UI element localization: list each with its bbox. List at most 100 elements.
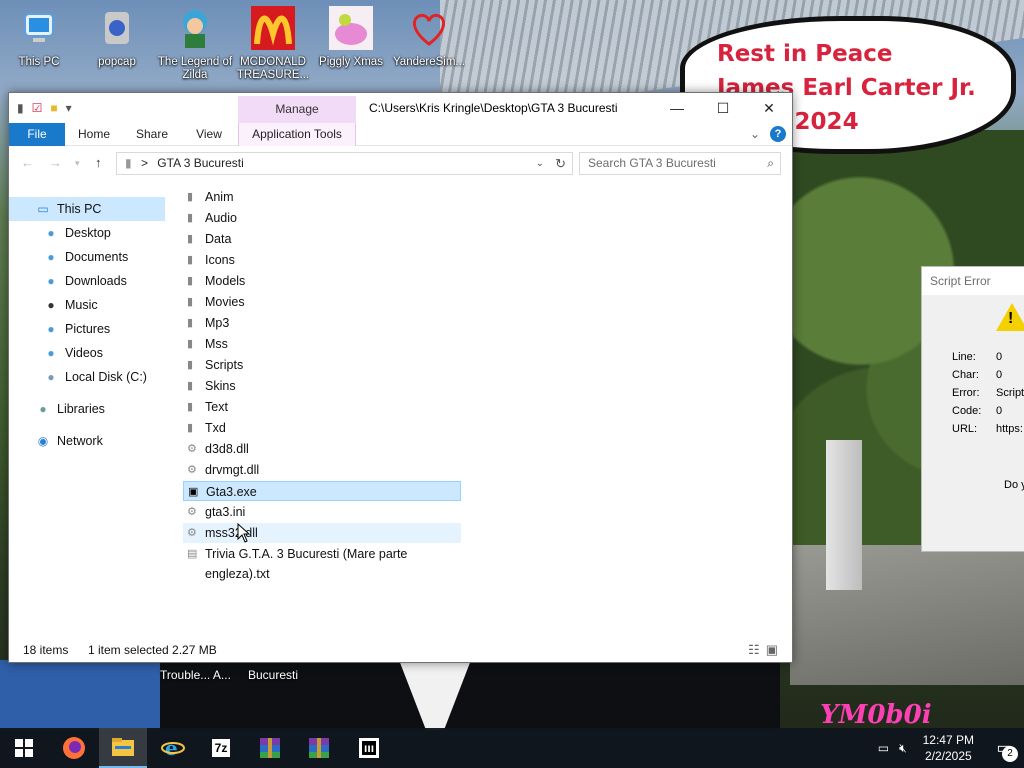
search-input[interactable]: Search GTA 3 Bucuresti — [588, 156, 716, 170]
list-item[interactable]: ⚙ d3d8.dll — [183, 439, 461, 459]
minimize-button[interactable]: — — [654, 93, 700, 123]
desktop-icon-zilda[interactable]: The Legend of Zilda — [157, 4, 233, 82]
list-item[interactable]: ⚙ drvmgt.dll — [183, 460, 461, 480]
videos-icon: ● — [47, 346, 55, 360]
nav-item-local-disk[interactable]: ● Local Disk (C:) — [43, 365, 147, 389]
search-icon: ⌕ — [767, 156, 774, 170]
nav-item-pictures[interactable]: ● Pictures — [43, 317, 110, 341]
list-item[interactable]: ▮ Skins — [183, 376, 461, 396]
desktop-label-bucuresti[interactable]: Bucuresti — [248, 668, 298, 682]
desktop-icon-piggly[interactable]: Piggly Xmas — [313, 4, 389, 69]
taskbar-gta3[interactable]: III — [345, 728, 393, 768]
list-item[interactable]: ▮ Txd — [183, 418, 461, 438]
network-icon: ◉ — [37, 434, 49, 448]
list-item[interactable]: ▮ Audio — [183, 208, 461, 228]
internet-explorer-icon: e — [161, 736, 185, 760]
tab-view[interactable]: View — [187, 123, 231, 146]
start-icon — [15, 739, 33, 757]
nav-item-documents[interactable]: ● Documents — [43, 245, 128, 269]
breadcrumb-folder[interactable]: GTA 3 Bucuresti — [157, 156, 243, 170]
breadcrumb-separator[interactable]: > — [141, 156, 148, 170]
taskbar-firefox[interactable] — [50, 728, 98, 768]
script-error-dialog[interactable]: Script Error ! Line: 0 Char: 0 Error: Scrip… — [921, 266, 1024, 552]
list-item[interactable]: ▮ Text — [183, 397, 461, 417]
desktop-icon-popcap[interactable]: popcap — [79, 4, 155, 69]
nav-item-network[interactable]: ◉ Network — [35, 429, 103, 453]
list-item[interactable]: ⚙ gta3.ini — [183, 502, 461, 522]
list-item-selected[interactable]: ▣ Gta3.exe — [183, 481, 461, 501]
list-item[interactable]: ▮ Scripts — [183, 355, 461, 375]
customize-qa-chevron-icon[interactable]: ▾ — [66, 101, 72, 115]
start-button[interactable] — [0, 728, 48, 768]
file-explorer-window[interactable]: ▮ ☑ ■ ▾ Manage C:\Users\Kris Kringle\Des… — [8, 92, 793, 663]
taskbar-file-explorer[interactable] — [99, 728, 147, 768]
window-icon[interactable]: ▮ — [17, 101, 24, 115]
tab-application-tools[interactable]: Application Tools — [238, 123, 356, 146]
taskbar-winrar-2[interactable] — [295, 728, 343, 768]
details-view-icon[interactable]: ☷ — [748, 642, 766, 657]
desktop-icon-this-pc[interactable]: This PC — [1, 4, 77, 69]
folder-icon: ▮ — [187, 254, 194, 266]
address-bar[interactable]: ▮ > GTA 3 Bucuresti ⌄ ↻ — [116, 152, 573, 175]
list-item[interactable]: ▮ Icons — [183, 250, 461, 270]
refresh-icon[interactable]: ↻ — [555, 153, 566, 174]
dialog-title: Script Error — [922, 267, 1024, 295]
desktop-icon-yandere[interactable]: YandereSim... — [391, 4, 467, 69]
list-item[interactable]: ▮ Models — [183, 271, 461, 291]
tab-file[interactable]: File — [9, 123, 65, 146]
clock[interactable]: 12:47 PM 2/2/2025 — [913, 732, 984, 764]
maximize-button[interactable]: ☐ — [700, 93, 746, 123]
nav-item-downloads[interactable]: ● Downloads — [43, 269, 126, 293]
back-arrow-icon[interactable]: ← — [21, 155, 34, 170]
tab-home[interactable]: Home — [71, 123, 117, 146]
list-item[interactable]: ▤ Trivia G.T.A. 3 Bucuresti (Mare parte e… — [183, 544, 473, 581]
new-folder-icon[interactable]: ■ — [50, 101, 57, 115]
tab-manage[interactable]: Manage — [238, 96, 356, 123]
quick-access-toolbar: ▮ ☑ ■ ▾ — [17, 101, 72, 115]
text-file-icon: ▤ — [187, 548, 198, 560]
gta3-exe-icon: ▣ — [188, 486, 199, 498]
list-item[interactable]: ▮ Anim — [183, 187, 461, 207]
svg-text:e: e — [165, 736, 178, 760]
navigation-pane: ▭ This PC ● Desktop ● Documents ● Downloads … — [9, 193, 171, 633]
nav-item-libraries[interactable]: ● Libraries — [35, 397, 105, 421]
wallpaper-blue-patch — [0, 660, 160, 730]
taskbar-7zip[interactable]: 7z — [197, 728, 245, 768]
list-item[interactable]: ▮ Data — [183, 229, 461, 249]
desktop-label-trouble[interactable]: Trouble... A... — [160, 668, 231, 682]
properties-icon[interactable]: ☑ — [32, 101, 43, 115]
help-icon[interactable]: ? — [770, 126, 786, 142]
firefox-icon — [63, 737, 85, 759]
list-item[interactable]: ▮ Mp3 — [183, 313, 461, 333]
nav-label: Documents — [65, 250, 129, 264]
desktop-icon-label: This PC — [18, 56, 60, 68]
desktop-icon-mcdonald[interactable]: MCDONALD TREASURE... — [235, 4, 311, 82]
action-center-button[interactable]: ▭ 2 — [984, 728, 1024, 768]
large-icons-view-icon[interactable]: ▣ — [766, 642, 784, 657]
recent-locations-chevron-icon[interactable]: ▾ — [75, 158, 80, 169]
taskbar-winrar[interactable] — [246, 728, 294, 768]
close-button[interactable]: ✕ — [746, 93, 792, 123]
taskbar-internet-explorer[interactable]: e — [149, 728, 197, 768]
nav-label: Desktop — [65, 226, 111, 240]
title-bar[interactable]: ▮ ☑ ■ ▾ Manage C:\Users\Kris Kringle\Des… — [9, 93, 792, 123]
nav-label: Music — [65, 298, 98, 312]
winrar-icon — [309, 738, 329, 758]
nav-item-videos[interactable]: ● Videos — [43, 341, 103, 365]
expand-ribbon-chevron-icon[interactable]: ⌄ — [750, 127, 760, 141]
search-box[interactable]: Search GTA 3 Bucuresti ⌕ — [579, 152, 781, 175]
network-tray-icon[interactable]: ▭ — [878, 741, 889, 755]
list-item[interactable]: ▮ Movies — [183, 292, 461, 312]
list-item-hovered[interactable]: ⚙ mss32.dll — [183, 523, 461, 543]
forward-arrow-icon[interactable]: → — [49, 155, 62, 170]
tab-share[interactable]: Share — [129, 123, 175, 146]
disk-icon: ● — [47, 370, 55, 384]
list-item[interactable]: ▮ Mss — [183, 334, 461, 354]
dialog-row-error: Error: Script — [952, 387, 1024, 399]
up-arrow-icon[interactable]: ↑ — [95, 155, 102, 170]
nav-item-desktop[interactable]: ● Desktop — [43, 221, 111, 245]
address-dropdown-chevron-icon[interactable]: ⌄ — [536, 153, 544, 174]
nav-item-music[interactable]: ● Music — [43, 293, 98, 317]
volume-muted-icon[interactable]: 🔇︎ — [899, 741, 907, 756]
nav-item-this-pc[interactable]: ▭ This PC — [9, 197, 165, 221]
